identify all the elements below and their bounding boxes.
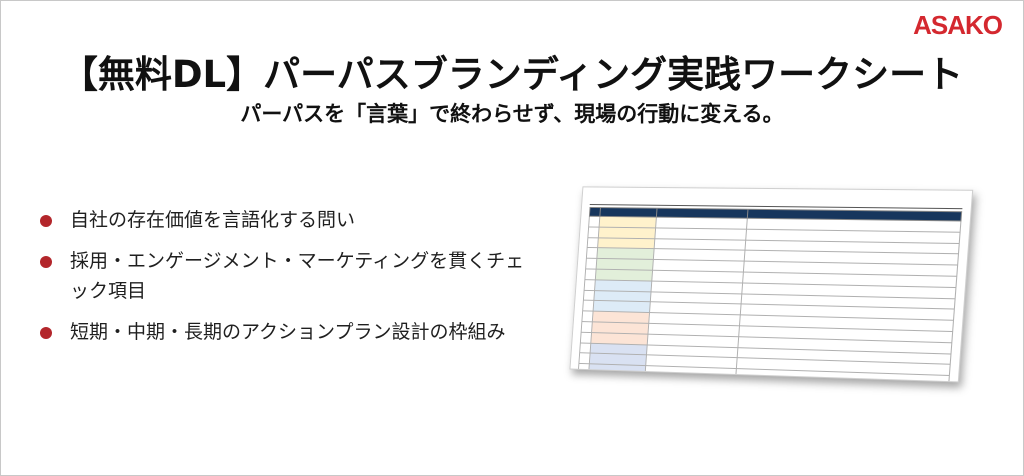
list-item: 短期・中期・長期のアクションプラン設計の枠組み xyxy=(40,317,530,347)
list-item: 採用・エンゲージメント・マーケティングを貫くチェック項目 xyxy=(40,246,530,306)
list-item: 自社の存在価値を言語化する問い xyxy=(40,205,530,235)
bullet-dot-icon xyxy=(40,256,52,268)
page-subtitle: パーパスを「言葉」で終わらせず、現場の行動に変える。 xyxy=(0,98,1024,128)
list-item-text: 自社の存在価値を言語化する問い xyxy=(70,209,355,231)
bullet-dot-icon xyxy=(40,327,52,339)
feature-list: 自社の存在価値を言語化する問い 採用・エンゲージメント・マーケティングを貫くチェ… xyxy=(40,205,530,358)
worksheet-table xyxy=(578,207,963,383)
worksheet-image xyxy=(569,186,973,382)
bullet-dot-icon xyxy=(40,215,52,227)
worksheet-preview xyxy=(530,180,1020,410)
page-title: 【無料DL】パーパスブランディング実践ワークシート xyxy=(0,44,1024,98)
list-item-text: 採用・エンゲージメント・マーケティングを貫くチェック項目 xyxy=(70,250,524,302)
worksheet-header-line xyxy=(590,191,963,203)
brand-logo: ASAKO xyxy=(913,10,1002,41)
list-item-text: 短期・中期・長期のアクションプラン設計の枠組み xyxy=(70,321,505,343)
